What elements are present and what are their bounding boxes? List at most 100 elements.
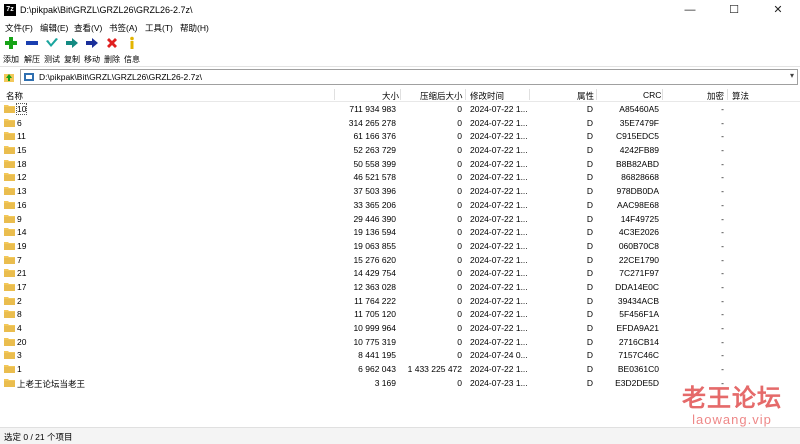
cell-mtime: 2024-07-22 1... (470, 254, 528, 265)
col-packed[interactable]: 压缩后大小 (420, 90, 463, 102)
cell-attr: D (586, 336, 593, 347)
column-header: 名称 大小 压缩后大小 修改时间 属性 CRC 加密 算法 (0, 88, 800, 102)
cell-mtime: 2024-07-24 0... (470, 350, 528, 361)
menu-view[interactable]: 查看(V) (74, 22, 102, 34)
cell-mtime: 2024-07-22 1... (470, 186, 528, 197)
table-row[interactable]: 17 12 363 028 0 2024-07-22 1... D DDA14E0C - (0, 280, 800, 294)
cell-encrypted: - (721, 281, 724, 292)
close-button[interactable]: ✕ (756, 0, 800, 20)
cell-name: 18 (17, 158, 27, 169)
menu-edit[interactable]: 编辑(E) (40, 22, 68, 34)
info-button[interactable]: 信息 (122, 36, 142, 66)
cell-crc: E3D2DE5D (615, 377, 659, 388)
cell-size: 50 558 399 (353, 158, 396, 169)
table-row[interactable]: 15 52 263 729 0 2024-07-22 1... D 4242FB89 - (0, 143, 800, 157)
table-row[interactable]: 4 10 999 964 0 2024-07-22 1... D EFDA9A21 - (0, 321, 800, 335)
cell-attr: D (586, 268, 593, 279)
menu-file[interactable]: 文件(F) (5, 22, 33, 34)
table-row[interactable]: 6 314 265 278 0 2024-07-22 1... D 35E7479F - (0, 116, 800, 130)
cell-attr: D (586, 117, 593, 128)
col-crc[interactable]: CRC (643, 90, 661, 100)
cell-crc: 86828668 (621, 172, 659, 183)
folder-icon (4, 351, 15, 360)
folder-icon (4, 296, 15, 305)
table-row[interactable]: 2 11 764 222 0 2024-07-22 1... D 39434ACB - (0, 294, 800, 308)
cell-size: 29 446 390 (353, 213, 396, 224)
up-folder-icon[interactable] (3, 71, 15, 83)
table-row[interactable]: 1 6 962 043 1 433 225 472 2024-07-22 1... D B… (0, 362, 800, 376)
table-row[interactable]: 3 8 441 195 0 2024-07-24 0... D 7157C46C - (0, 348, 800, 362)
cell-name: 21 (17, 268, 27, 279)
table-row[interactable]: 7 15 276 620 0 2024-07-22 1... D 22CE1790 - (0, 253, 800, 267)
cell-mtime: 2024-07-22 1... (470, 240, 528, 251)
col-attr[interactable]: 属性 (577, 90, 594, 102)
horizontal-scrollbar[interactable] (0, 415, 800, 425)
menu-tools[interactable]: 工具(T) (145, 22, 173, 34)
table-row[interactable]: 19 19 063 855 0 2024-07-22 1... D 060B70C8 - (0, 239, 800, 253)
col-size[interactable]: 大小 (382, 90, 399, 102)
table-row[interactable]: 14 19 136 594 0 2024-07-22 1... D 4C3E2026 - (0, 225, 800, 239)
chevron-down-icon[interactable]: ▾ (790, 71, 794, 80)
table-row[interactable]: 18 50 558 399 0 2024-07-22 1... D B8B82ABD - (0, 157, 800, 171)
cell-crc: 060B70C8 (618, 240, 659, 251)
copy-arrow-icon (66, 38, 78, 48)
maximize-button[interactable]: ☐ (712, 0, 756, 20)
cell-crc: 4C3E2026 (618, 227, 659, 238)
table-row[interactable]: 16 33 365 206 0 2024-07-22 1... D AAC98E68 - (0, 198, 800, 212)
col-method[interactable]: 算法 (732, 90, 749, 102)
minimize-button[interactable]: — (668, 0, 712, 20)
cell-crc: DDA14E0C (615, 281, 659, 292)
table-row[interactable]: 9 29 446 390 0 2024-07-22 1... D 14F49725 - (0, 212, 800, 226)
cell-crc: 35E7479F (619, 117, 659, 128)
table-row[interactable]: 20 10 775 319 0 2024-07-22 1... D 2716CB14 - (0, 335, 800, 349)
table-row[interactable]: 10 711 934 983 0 2024-07-22 1... D A85460A5 - (0, 102, 800, 116)
folder-icon (4, 324, 15, 332)
folder-icon (4, 241, 15, 250)
cell-size: 19 136 594 (353, 227, 396, 238)
cell-encrypted: - (721, 131, 724, 142)
cell-mtime: 2024-07-22 1... (470, 172, 528, 183)
cell-encrypted: - (721, 268, 724, 279)
table-row[interactable]: 12 46 521 578 0 2024-07-22 1... D 86828668 - (0, 170, 800, 184)
cell-mtime: 2024-07-22 1... (470, 213, 528, 224)
col-name[interactable]: 名称 (6, 90, 23, 102)
col-encrypted[interactable]: 加密 (707, 90, 724, 102)
cell-attr: D (586, 377, 593, 388)
cell-mtime: 2024-07-22 1... (470, 131, 528, 142)
table-row[interactable]: 8 11 705 120 0 2024-07-22 1... D 5F456F1A - (0, 307, 800, 321)
cell-packed: 0 (457, 254, 462, 265)
folder-icon (4, 365, 15, 374)
table-row[interactable]: 13 37 503 396 0 2024-07-22 1... D 978DB0DA - (0, 184, 800, 198)
cell-packed: 0 (457, 145, 462, 156)
cell-attr: D (586, 295, 593, 306)
cell-size: 314 265 278 (348, 117, 396, 128)
cell-name: 2 (17, 295, 22, 306)
cell-encrypted: - (721, 104, 724, 114)
cell-mtime: 2024-07-22 1... (470, 295, 528, 306)
cell-packed: 0 (457, 131, 462, 142)
cell-encrypted: - (721, 227, 724, 238)
cell-name: 15 (17, 145, 27, 156)
table-row[interactable]: 21 14 429 754 0 2024-07-22 1... D 7C271F97 - (0, 266, 800, 280)
cell-packed: 0 (457, 158, 462, 169)
cell-packed: 0 (457, 199, 462, 210)
cell-crc: EFDA9A21 (616, 323, 659, 333)
cell-attr: D (586, 186, 593, 197)
minus-icon (26, 41, 38, 45)
menu-help[interactable]: 帮助(H) (180, 22, 209, 34)
folder-icon (4, 337, 15, 346)
path-input[interactable]: D:\pikpak\Bit\GRZL\GRZL26\GRZL26-2.7z\ ▾ (20, 69, 798, 85)
col-mtime[interactable]: 修改时间 (470, 90, 504, 102)
table-row[interactable]: 11 61 166 376 0 2024-07-22 1... D C915EDC5 - (0, 129, 800, 143)
cell-size: 61 166 376 (353, 131, 396, 142)
cell-encrypted: - (721, 350, 724, 361)
folder-icon (4, 214, 15, 223)
menu-bookmarks[interactable]: 书签(A) (109, 22, 137, 34)
cell-packed: 1 433 225 472 (407, 364, 462, 375)
folder-icon (4, 269, 15, 278)
cell-size: 46 521 578 (353, 172, 396, 183)
cell-attr: D (586, 240, 593, 251)
title-bar: 7z D:\pikpak\Bit\GRZL\GRZL26\GRZL26-2.7z… (0, 0, 800, 20)
table-row[interactable]: 上老王论坛当老王 3 169 0 2024-07-23 1... D E3D2DE5D - (0, 376, 800, 390)
folder-icon (4, 378, 15, 387)
